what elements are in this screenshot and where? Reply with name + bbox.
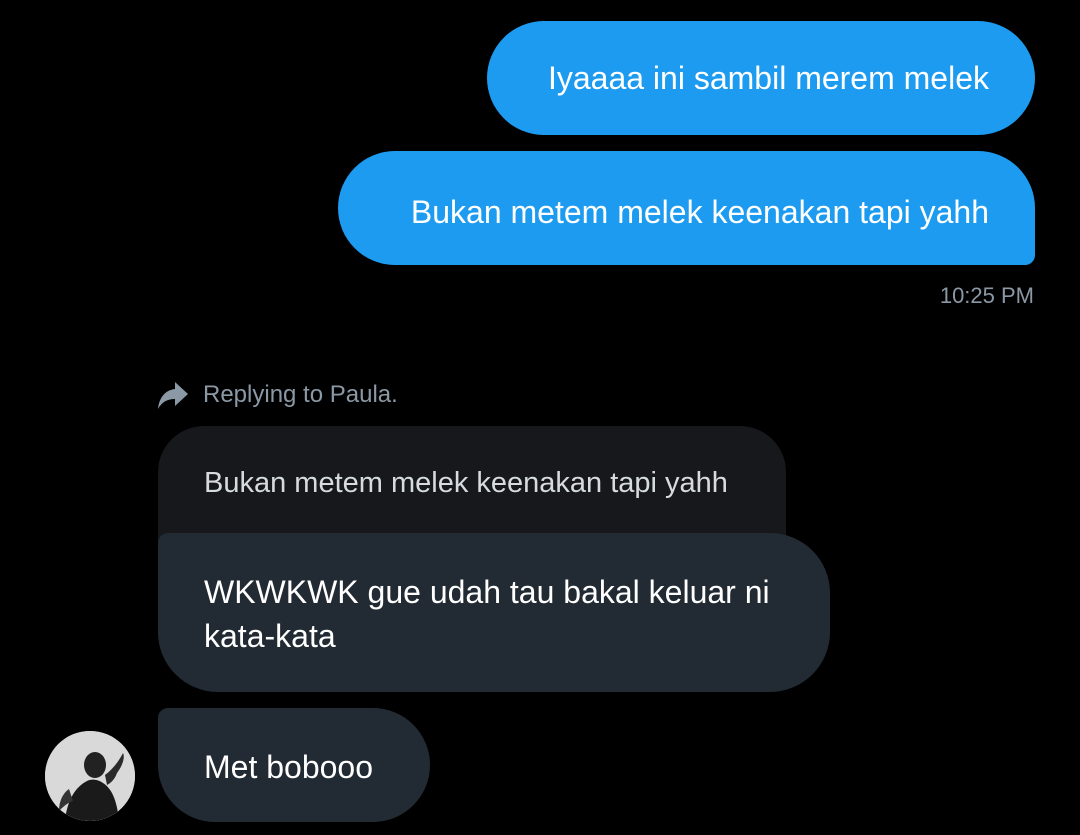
- received-message-bubble[interactable]: WKWKWK gue udah tau bakal keluar ni kata…: [158, 533, 830, 692]
- sent-message-bubble[interactable]: Bukan metem melek keenakan tapi yahh: [338, 151, 1035, 265]
- message-text: WKWKWK gue udah tau bakal keluar ni kata…: [204, 574, 770, 654]
- quoted-message-text: Bukan metem melek keenakan tapi yahh: [204, 467, 728, 499]
- message-text: Iyaaaa ini sambil merem melek: [547, 60, 989, 96]
- avatar[interactable]: [45, 731, 135, 821]
- message-timestamp: 10:25 PM: [939, 283, 1034, 308]
- reply-context-label: Replying to Paula.: [203, 381, 398, 408]
- message-text: Bukan metem melek keenakan tapi yahh: [410, 194, 989, 230]
- reply-context: Replying to Paula.: [157, 378, 398, 412]
- message-text: Met bobooo: [204, 749, 374, 785]
- reply-arrow-icon: [157, 380, 189, 410]
- received-message-bubble[interactable]: Met bobooo: [158, 708, 430, 822]
- sent-message-bubble[interactable]: Iyaaaa ini sambil merem melek: [487, 21, 1035, 135]
